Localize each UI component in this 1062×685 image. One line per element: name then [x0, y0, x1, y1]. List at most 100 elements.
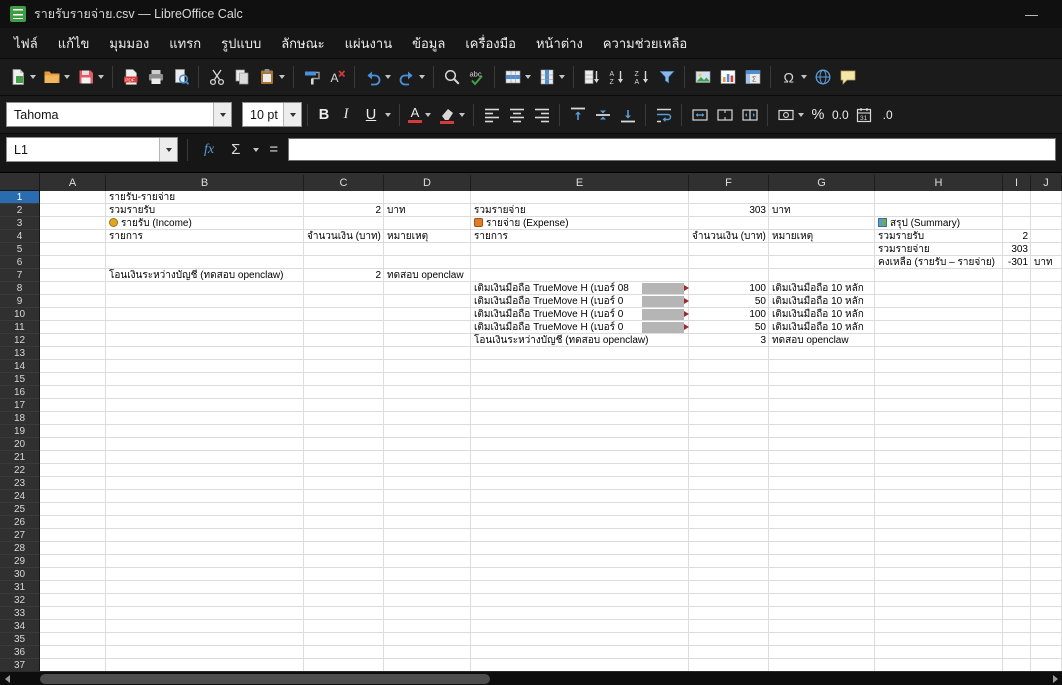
- menu-item[interactable]: แผ่นงาน: [335, 29, 402, 58]
- autosum-dropdown-icon[interactable]: [253, 147, 260, 152]
- autosum-button[interactable]: Σ: [225, 141, 246, 158]
- name-box[interactable]: L1: [6, 137, 178, 162]
- save-button[interactable]: [73, 63, 107, 91]
- unmerge-cells-button[interactable]: [737, 101, 762, 129]
- column-header-J[interactable]: J: [1031, 174, 1062, 191]
- row-header-32[interactable]: 32: [0, 594, 40, 607]
- row-header-36[interactable]: 36: [0, 646, 40, 659]
- cell-I6[interactable]: -301: [1003, 256, 1031, 269]
- print-preview-button[interactable]: [168, 63, 193, 91]
- row-header-2[interactable]: 2: [0, 204, 40, 217]
- bold-button[interactable]: B: [313, 101, 335, 128]
- column-header-F[interactable]: F: [689, 174, 769, 191]
- row-header-19[interactable]: 19: [0, 425, 40, 438]
- font-name-combobox[interactable]: Tahoma: [6, 102, 232, 127]
- menu-item[interactable]: ไฟล์: [4, 29, 48, 58]
- spelling-button[interactable]: abc: [464, 63, 489, 91]
- clear-formatting-button[interactable]: A: [324, 63, 349, 91]
- align-left-button[interactable]: [479, 101, 504, 129]
- cell-G12[interactable]: ทดสอบ openclaw: [769, 334, 875, 347]
- underline-dropdown-icon[interactable]: [385, 112, 391, 117]
- row-header-31[interactable]: 31: [0, 581, 40, 594]
- dropdown-arrow-icon[interactable]: [98, 75, 104, 79]
- row-header-16[interactable]: 16: [0, 386, 40, 399]
- font-color-dropdown-icon[interactable]: [425, 112, 431, 117]
- cell-I4[interactable]: 2: [1003, 230, 1031, 243]
- row-header-23[interactable]: 23: [0, 477, 40, 490]
- undo-button[interactable]: [360, 63, 394, 91]
- new-document-button[interactable]: [5, 63, 39, 91]
- row-header-18[interactable]: 18: [0, 412, 40, 425]
- sort-descending-button[interactable]: ZA: [629, 63, 654, 91]
- cell-D4[interactable]: หมายเหตุ: [384, 230, 471, 243]
- dropdown-arrow-icon[interactable]: [64, 75, 70, 79]
- paste-button[interactable]: [254, 63, 288, 91]
- sort-button[interactable]: [579, 63, 604, 91]
- row-header-5[interactable]: 5: [0, 243, 40, 256]
- dropdown-arrow-icon[interactable]: [419, 75, 425, 79]
- format-currency-button[interactable]: [773, 101, 807, 129]
- row-header-28[interactable]: 28: [0, 542, 40, 555]
- insert-image-button[interactable]: [690, 63, 715, 91]
- add-decimal-button[interactable]: .0: [877, 101, 899, 128]
- formula-input[interactable]: [288, 138, 1056, 161]
- cell-E11[interactable]: เติมเงินมือถือ TrueMove H (เบอร์ 0: [471, 321, 689, 334]
- currency-dropdown-icon[interactable]: [798, 112, 804, 117]
- row-header-29[interactable]: 29: [0, 555, 40, 568]
- function-wizard-button[interactable]: fx: [197, 142, 221, 158]
- menu-item[interactable]: รูปแบบ: [211, 29, 271, 58]
- cell-G10[interactable]: เติมเงินมือถือ 10 หลัก: [769, 308, 875, 321]
- column-header-D[interactable]: D: [384, 174, 471, 191]
- format-date-button[interactable]: 31: [852, 101, 877, 129]
- row-header-1[interactable]: 1: [0, 191, 40, 204]
- row-header-22[interactable]: 22: [0, 464, 40, 477]
- menu-item[interactable]: ความช่วยเหลือ: [593, 29, 697, 58]
- select-all-corner[interactable]: [0, 173, 40, 191]
- highlight-dropdown-icon[interactable]: [459, 112, 465, 117]
- font-name-dropdown-icon[interactable]: [213, 103, 231, 126]
- row-header-13[interactable]: 13: [0, 347, 40, 360]
- dropdown-arrow-icon[interactable]: [525, 75, 531, 79]
- underline-button[interactable]: U: [357, 101, 394, 129]
- wrap-text-button[interactable]: [651, 101, 676, 129]
- scrollbar-thumb[interactable]: [40, 674, 490, 684]
- menu-item[interactable]: มุมมอง: [99, 29, 159, 58]
- cell-B7[interactable]: โอนเงินระหว่างบัญชี (ทดสอบ openclaw): [106, 269, 304, 282]
- sort-ascending-button[interactable]: AZ: [604, 63, 629, 91]
- cell-E8[interactable]: เติมเงินมือถือ TrueMove H (เบอร์ 08: [471, 282, 689, 295]
- font-size-combobox[interactable]: 10 pt: [242, 102, 302, 127]
- font-color-button[interactable]: A: [405, 101, 434, 129]
- cell-D2[interactable]: บาท: [384, 204, 471, 217]
- row-header-33[interactable]: 33: [0, 607, 40, 620]
- cell-J6[interactable]: บาท: [1031, 256, 1062, 269]
- cell-G2[interactable]: บาท: [769, 204, 875, 217]
- minimize-button[interactable]: —: [1011, 7, 1052, 22]
- scroll-right-arrow-icon[interactable]: [1048, 672, 1062, 685]
- row-header-20[interactable]: 20: [0, 438, 40, 451]
- row-header-9[interactable]: 9: [0, 295, 40, 308]
- row-header-24[interactable]: 24: [0, 490, 40, 503]
- cell-C2[interactable]: 2: [304, 204, 384, 217]
- row-header-6[interactable]: 6: [0, 256, 40, 269]
- find-and-replace-button[interactable]: [439, 63, 464, 91]
- cell-G8[interactable]: เติมเงินมือถือ 10 หลัก: [769, 282, 875, 295]
- menu-item[interactable]: หน้าต่าง: [526, 29, 593, 58]
- cell-E10[interactable]: เติมเงินมือถือ TrueMove H (เบอร์ 0: [471, 308, 689, 321]
- cell-F2[interactable]: 303: [689, 204, 769, 217]
- dropdown-arrow-icon[interactable]: [801, 75, 807, 79]
- cell-F10[interactable]: 100: [689, 308, 769, 321]
- cell-H3[interactable]: สรุป (Summary): [875, 217, 1003, 230]
- cell-B4[interactable]: รายการ: [106, 230, 304, 243]
- format-percent-button[interactable]: %: [807, 101, 829, 128]
- row-header-34[interactable]: 34: [0, 620, 40, 633]
- redo-button[interactable]: [394, 63, 428, 91]
- cell-B3[interactable]: รายรับ (Income): [106, 217, 304, 230]
- row-header-3[interactable]: 3: [0, 217, 40, 230]
- row-header-14[interactable]: 14: [0, 360, 40, 373]
- pivot-table-button[interactable]: Σ: [740, 63, 765, 91]
- row-header-17[interactable]: 17: [0, 399, 40, 412]
- format-number-button[interactable]: 0.0: [829, 101, 852, 128]
- cell-H4[interactable]: รวมรายรับ: [875, 230, 1003, 243]
- cell-F9[interactable]: 50: [689, 295, 769, 308]
- cell-G11[interactable]: เติมเงินมือถือ 10 หลัก: [769, 321, 875, 334]
